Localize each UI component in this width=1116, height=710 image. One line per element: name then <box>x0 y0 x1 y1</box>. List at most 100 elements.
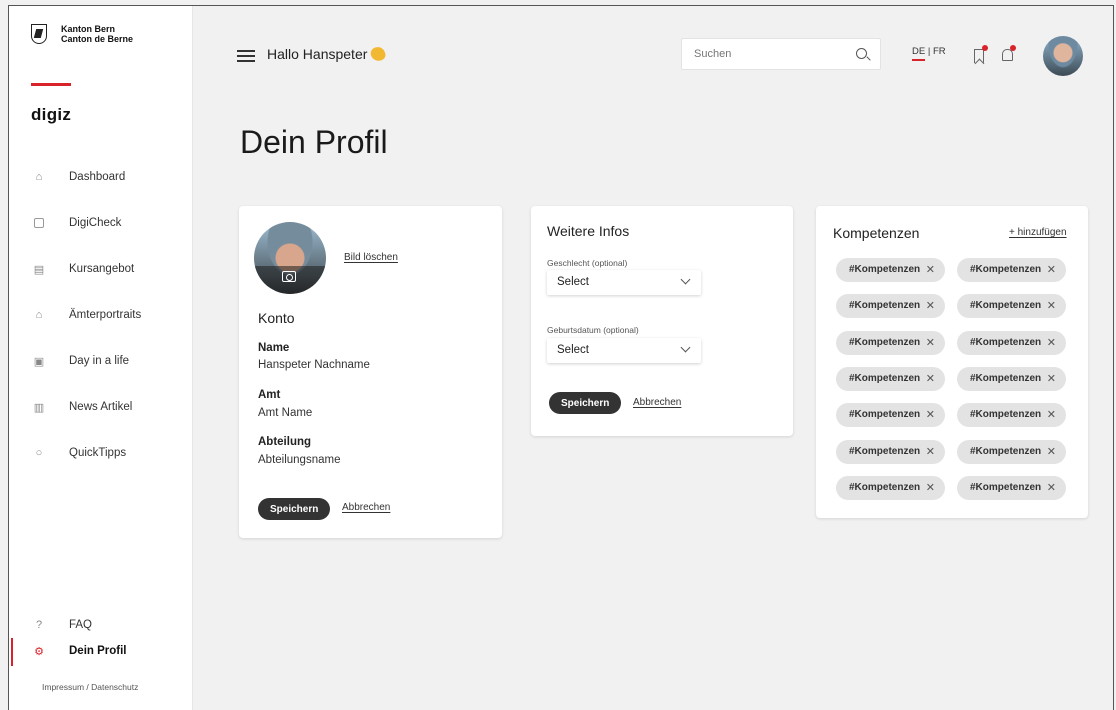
skill-chip[interactable]: #Kompetenzen ✕ <box>836 330 945 355</box>
sidebar-item-day-in-a-life[interactable]: ▣ Day in a life <box>9 338 193 384</box>
skill-chip[interactable]: #Kompetenzen ✕ <box>957 294 1066 319</box>
skill-chip[interactable]: #Kompetenzen ✕ <box>957 366 1066 391</box>
sidebar-item-digicheck[interactable]: DigiCheck <box>9 200 193 246</box>
remove-skill-icon[interactable]: ✕ <box>1047 408 1056 421</box>
skills-heading: Kompetenzen <box>833 225 920 241</box>
gear-icon: ⚙ <box>34 645 44 658</box>
bookmark-icon[interactable] <box>974 49 984 63</box>
birthdate-select[interactable]: Select <box>547 338 701 363</box>
field-value-amt: Amt Name <box>258 407 313 419</box>
sidebar-item-aemterportraits[interactable]: ⌂ Ämterportraits <box>9 292 193 338</box>
search-icon[interactable] <box>856 48 867 59</box>
skill-chip[interactable]: #Kompetenzen ✕ <box>957 258 1066 282</box>
sidebar-item-label: QuickTipps <box>69 447 127 459</box>
skill-chip[interactable]: #Kompetenzen ✕ <box>957 330 1066 355</box>
skill-chip[interactable]: #Kompetenzen ✕ <box>836 366 945 391</box>
brand-name[interactable]: digiz <box>31 105 71 125</box>
sidebar-item-label: Day in a life <box>69 355 130 367</box>
skill-chip[interactable]: #Kompetenzen ✕ <box>836 439 945 464</box>
impressum-link[interactable]: Impressum / Datenschutz <box>42 682 138 692</box>
skill-chip-label: #Kompetenzen <box>970 409 1042 421</box>
sidebar-item-news-artikel[interactable]: ▥ News Artikel <box>9 384 193 430</box>
remove-skill-icon[interactable]: ✕ <box>1047 336 1056 349</box>
skill-chip[interactable]: #Kompetenzen ✕ <box>957 403 1066 428</box>
remove-skill-icon[interactable]: ✕ <box>1047 372 1056 385</box>
skill-chip-label: #Kompetenzen <box>849 300 921 312</box>
remove-skill-icon[interactable]: ✕ <box>926 408 935 421</box>
sidebar-item-label: Dein Profil <box>69 645 127 657</box>
avatar[interactable] <box>1043 36 1083 76</box>
skill-chip-label: #Kompetenzen <box>970 300 1042 312</box>
add-skill-link[interactable]: + hinzufügen <box>1009 227 1067 238</box>
remove-skill-icon[interactable]: ✕ <box>926 263 935 276</box>
remove-skill-icon[interactable]: ✕ <box>1047 299 1056 312</box>
remove-skill-icon[interactable]: ✕ <box>1047 445 1056 458</box>
skill-chip-label: #Kompetenzen <box>849 445 921 457</box>
sidebar-item-quicktipps[interactable]: ○ QuickTipps <box>9 430 193 476</box>
greeting: Hallo Hanspeter <box>267 45 388 63</box>
skill-chip-label: #Kompetenzen <box>970 264 1042 275</box>
sidebar-item-label: Dashboard <box>69 171 126 183</box>
remove-skill-icon[interactable]: ✕ <box>926 445 935 458</box>
chevron-down-icon <box>680 342 691 353</box>
cancel-link[interactable]: Abbrechen <box>342 502 390 513</box>
profile-picture[interactable] <box>254 222 326 294</box>
menu-icon[interactable] <box>237 50 255 62</box>
skill-chip[interactable]: #Kompetenzen ✕ <box>836 403 945 428</box>
skill-chip-label: #Kompetenzen <box>970 336 1042 348</box>
remove-skill-icon[interactable]: ✕ <box>926 299 935 312</box>
sidebar-item-label: News Artikel <box>69 401 133 413</box>
search-input[interactable] <box>681 38 881 70</box>
skill-chip[interactable]: #Kompetenzen ✕ <box>957 475 1066 500</box>
remove-skill-icon[interactable]: ✕ <box>926 336 935 349</box>
save-button[interactable]: Speichern <box>549 392 622 414</box>
sidebar-nav: ⌂ Dashboard DigiCheck ▤ Kursangebot ⌂ Äm… <box>9 154 193 476</box>
sidebar-bottom-nav: ? FAQ ⚙ Dein Profil <box>9 612 193 666</box>
skill-chip-label: #Kompetenzen <box>970 372 1042 384</box>
checkbox-icon <box>33 217 45 229</box>
sidebar-item-label: Ämterportraits <box>69 309 142 321</box>
id-card-icon: ▣ <box>33 355 45 368</box>
skill-chip-label: #Kompetenzen <box>849 264 921 275</box>
skill-chip[interactable]: #Kompetenzen ✕ <box>836 294 945 319</box>
cancel-link[interactable]: Abbrechen <box>633 397 681 408</box>
skill-chip-label: #Kompetenzen <box>849 372 921 384</box>
field-label-name: Name <box>258 342 290 354</box>
sidebar-item-kursangebot[interactable]: ▤ Kursangebot <box>9 246 193 292</box>
lang-fr[interactable]: FR <box>933 46 946 57</box>
gender-select-value: Select <box>557 276 589 288</box>
more-info-card: Weitere Infos Geschlecht (optional) Sele… <box>531 206 793 436</box>
lightbulb-icon: ○ <box>35 447 43 459</box>
remove-skill-icon[interactable]: ✕ <box>926 481 935 494</box>
skill-chip-label: #Kompetenzen <box>970 445 1042 457</box>
skill-chip-label: #Kompetenzen <box>970 481 1042 493</box>
sidebar-item-dashboard[interactable]: ⌂ Dashboard <box>9 154 193 200</box>
field-value-abteilung: Abteilungsname <box>258 454 341 466</box>
birthdate-label: Geburtsdatum (optional) <box>547 325 639 335</box>
bell-notification-dot <box>1010 45 1016 51</box>
account-heading: Konto <box>258 310 295 326</box>
remove-skill-icon[interactable]: ✕ <box>1047 263 1056 276</box>
remove-skill-icon[interactable]: ✕ <box>1047 481 1056 494</box>
question-icon: ? <box>35 619 43 631</box>
skill-chip[interactable]: #Kompetenzen ✕ <box>836 475 945 500</box>
language-switch: DE | FR <box>912 46 946 61</box>
skill-chip[interactable]: #Kompetenzen ✕ <box>957 439 1066 464</box>
skill-chip-label: #Kompetenzen <box>849 409 921 421</box>
sidebar-item-faq[interactable]: ? FAQ <box>9 612 193 638</box>
lang-separator: | <box>927 46 931 57</box>
gender-select[interactable]: Select <box>547 270 701 295</box>
bern-crest-icon <box>31 24 47 44</box>
field-label-amt: Amt <box>258 389 281 401</box>
remove-skill-icon[interactable]: ✕ <box>926 372 935 385</box>
birthdate-select-value: Select <box>557 344 589 356</box>
delete-image-link[interactable]: Bild löschen <box>344 252 398 263</box>
sidebar-item-dein-profil[interactable]: ⚙ Dein Profil <box>9 638 193 666</box>
save-button[interactable]: Speichern <box>258 498 331 520</box>
lang-de[interactable]: DE <box>912 46 926 61</box>
kanton-logo[interactable]: Kanton Bern Canton de Berne <box>31 24 133 44</box>
camera-icon[interactable] <box>282 271 296 282</box>
skill-chip[interactable]: #Kompetenzen ✕ <box>836 258 945 282</box>
more-info-heading: Weitere Infos <box>547 223 630 239</box>
greeting-text: Hallo Hanspeter <box>267 46 368 62</box>
